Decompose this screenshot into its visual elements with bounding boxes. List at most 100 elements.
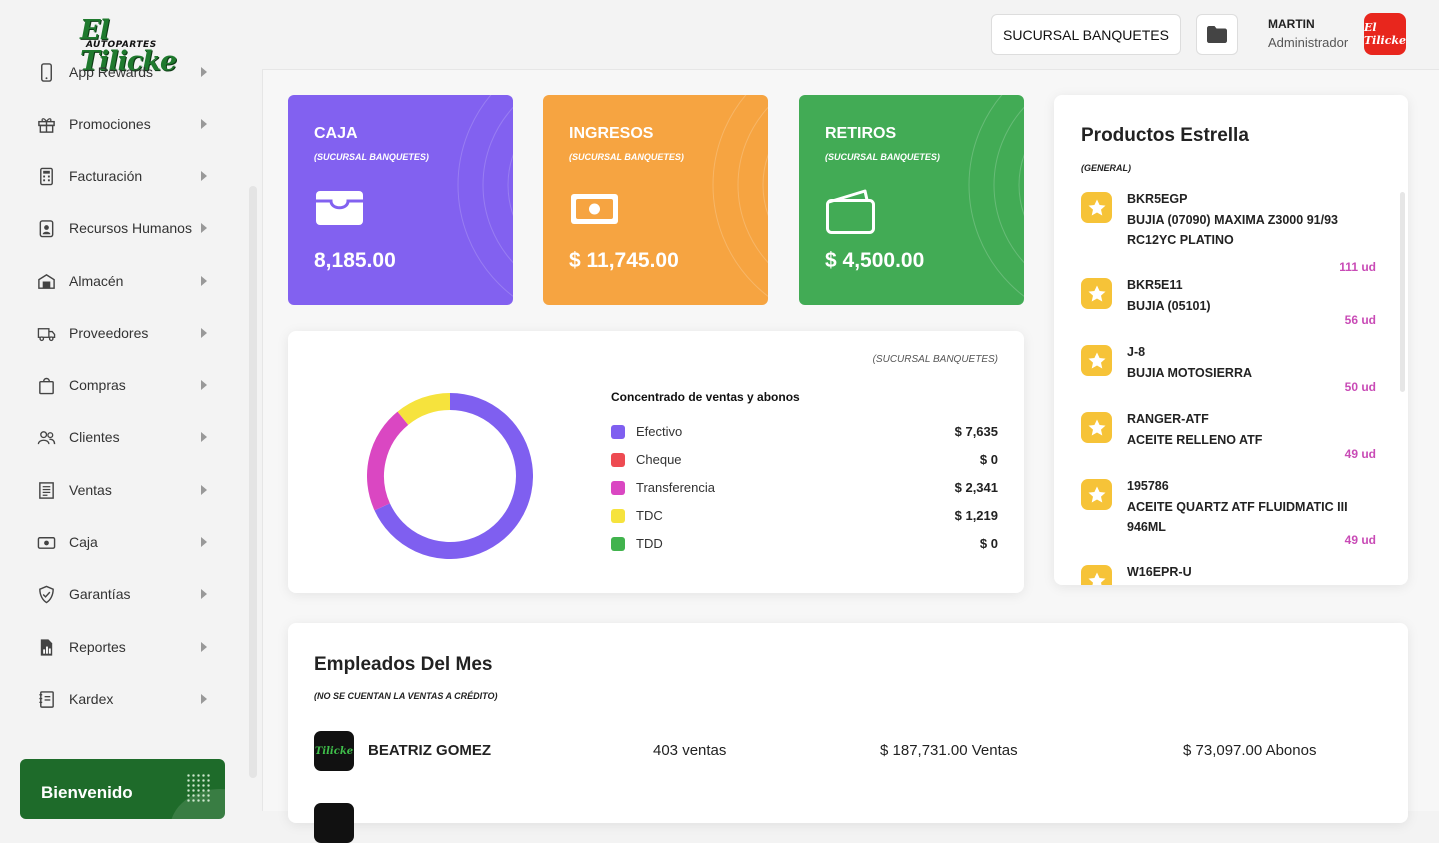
legend-value: $ 2,341 <box>954 480 998 495</box>
cash-icon <box>36 532 56 552</box>
cash-drawer-icon <box>316 191 363 225</box>
chevron-right-icon <box>201 119 207 129</box>
chart-branch-label: (SUCURSAL BANQUETES) <box>872 354 998 365</box>
employee-abonos-amount: $ 73,097.00 Abonos <box>1183 742 1317 759</box>
decorative-rings <box>457 95 513 297</box>
sidebar-item-label: Facturación <box>69 168 143 184</box>
chart-title: Concentrado de ventas y abonos <box>611 390 800 404</box>
chevron-right-icon <box>201 67 207 77</box>
calculator-icon <box>36 166 56 186</box>
receipt-icon <box>36 480 56 500</box>
chevron-right-icon <box>201 380 207 390</box>
donut-slice-transferencia[interactable] <box>367 411 409 511</box>
shield-check-icon <box>36 584 56 604</box>
stat-title: RETIROS <box>825 125 897 142</box>
folder-button[interactable] <box>1196 14 1238 55</box>
sidebar-item-recursos-humanos[interactable]: Recursos Humanos <box>36 217 211 239</box>
sidebar-item-label: App Rewards <box>69 64 154 80</box>
sidebar-item-label: Proveedores <box>69 325 149 341</box>
employees-title: Empleados Del Mes <box>314 654 493 675</box>
star-icon <box>1081 412 1112 443</box>
sidebar-item-facturacion[interactable]: Facturación <box>36 165 211 187</box>
star-icon <box>1081 192 1112 223</box>
star-products-card: Productos Estrella (GENERAL) BKR5EGP BUJI… <box>1054 95 1408 585</box>
legend-value: $ 1,219 <box>954 508 998 523</box>
product-code: BKR5EGP <box>1127 192 1188 206</box>
employee-avatar <box>314 803 354 843</box>
employee-row[interactable] <box>314 803 1384 843</box>
id-badge-icon <box>36 218 56 238</box>
book-list-icon <box>36 689 56 709</box>
star-icon <box>1081 345 1112 376</box>
folder-icon <box>1207 26 1227 43</box>
product-description: ACEITE RELLENO ATF <box>1127 433 1263 447</box>
sales-concentrate-card: (SUCURSAL BANQUETES) Concentrado de vent… <box>288 331 1024 593</box>
money-bill-icon <box>571 194 618 224</box>
users-icon <box>36 427 56 447</box>
legend-swatch <box>611 425 625 439</box>
donut-slice-tdc[interactable] <box>397 393 451 426</box>
sidebar-item-garantias[interactable]: Garantías <box>36 583 211 605</box>
employees-subtitle: (NO SE CUENTAN LA VENTAS A CRÉDITO) <box>314 691 498 701</box>
star-icon <box>1081 479 1112 510</box>
product-description: BUJIA (07090) MAXIMA Z3000 91/93 RC12YC … <box>1127 213 1338 247</box>
stat-subtitle: (SUCURSAL BANQUETES) <box>825 152 940 162</box>
star-products-scrollbar[interactable] <box>1400 192 1405 392</box>
sidebar-scrollbar[interactable] <box>249 186 257 778</box>
legend-item-transferencia: Transferencia $ 2,341 <box>611 480 998 496</box>
sidebar-item-label: Caja <box>69 534 98 550</box>
sidebar-item-reportes[interactable]: Reportes <box>36 636 211 658</box>
legend-value: $ 7,635 <box>954 424 998 439</box>
sidebar-item-label: Promociones <box>69 116 151 132</box>
gift-icon <box>36 114 56 134</box>
chevron-right-icon <box>201 276 207 286</box>
sidebar-item-caja[interactable]: Caja <box>36 531 211 553</box>
product-code: J-8 <box>1127 345 1146 359</box>
sidebar-item-app-rewards[interactable]: App Rewards <box>36 61 211 83</box>
legend-label: Transferencia <box>636 480 715 495</box>
chevron-right-icon <box>201 642 207 652</box>
shopping-bag-icon <box>36 375 56 395</box>
sidebar-item-promociones[interactable]: Promociones <box>36 113 211 135</box>
decorative-rings <box>968 95 1024 297</box>
stat-subtitle: (SUCURSAL BANQUETES) <box>569 152 684 162</box>
stat-value: $ 11,745.00 <box>569 249 679 272</box>
product-quantity: 56 ud <box>1344 313 1376 327</box>
sidebar-item-label: Clientes <box>69 429 120 445</box>
employee-avatar: Tilicke <box>314 731 354 771</box>
employee-name: BEATRIZ GOMEZ <box>368 742 492 759</box>
employee-sales-count: 403 ventas <box>653 742 727 759</box>
star-products-title: Productos Estrella <box>1081 125 1249 146</box>
chevron-right-icon <box>201 432 207 442</box>
sidebar-item-kardex[interactable]: Kardex <box>36 688 211 710</box>
sidebar-item-clientes[interactable]: Clientes <box>36 426 211 448</box>
product-code: BKR5E11 <box>1127 278 1183 292</box>
sidebar-item-ventas[interactable]: Ventas <box>36 479 211 501</box>
chevron-right-icon <box>201 589 207 599</box>
stat-card-ingresos: INGRESOS (SUCURSAL BANQUETES) $ 11,745.0… <box>543 95 768 305</box>
chevron-right-icon <box>201 223 207 233</box>
star-icon <box>1081 565 1112 585</box>
stat-card-retiros: RETIROS (SUCURSAL BANQUETES) $ 4,500.00 <box>799 95 1024 305</box>
chevron-right-icon <box>201 485 207 495</box>
sidebar-item-label: Kardex <box>69 691 114 707</box>
employee-row[interactable]: Tilicke BEATRIZ GOMEZ 403 ventas $ 187,7… <box>314 731 1384 771</box>
avatar[interactable]: El Tilicke <box>1364 13 1406 55</box>
sidebar-item-almacen[interactable]: Almacén <box>36 270 211 292</box>
sidebar-item-compras[interactable]: Compras <box>36 374 211 396</box>
sidebar-item-label: Reportes <box>69 639 126 655</box>
user-name: MARTIN <box>1268 17 1315 31</box>
chevron-right-icon <box>201 537 207 547</box>
stat-value: 8,185.00 <box>314 249 396 272</box>
sidebar-item-proveedores[interactable]: Proveedores <box>36 322 211 344</box>
brand-logo[interactable]: El Tilicke AUTOPARTES <box>80 15 180 77</box>
legend-label: Cheque <box>636 452 682 467</box>
avatar-logo-text: El Tilicke <box>1364 21 1406 47</box>
star-products-subtitle: (GENERAL) <box>1081 163 1131 173</box>
star-icon <box>1081 278 1112 309</box>
phone-icon <box>36 62 56 82</box>
product-quantity: 49 ud <box>1344 447 1376 461</box>
branch-selector-button[interactable]: SUCURSAL BANQUETES <box>991 14 1181 55</box>
welcome-banner: Bienvenido <box>20 759 225 819</box>
chevron-right-icon <box>201 328 207 338</box>
